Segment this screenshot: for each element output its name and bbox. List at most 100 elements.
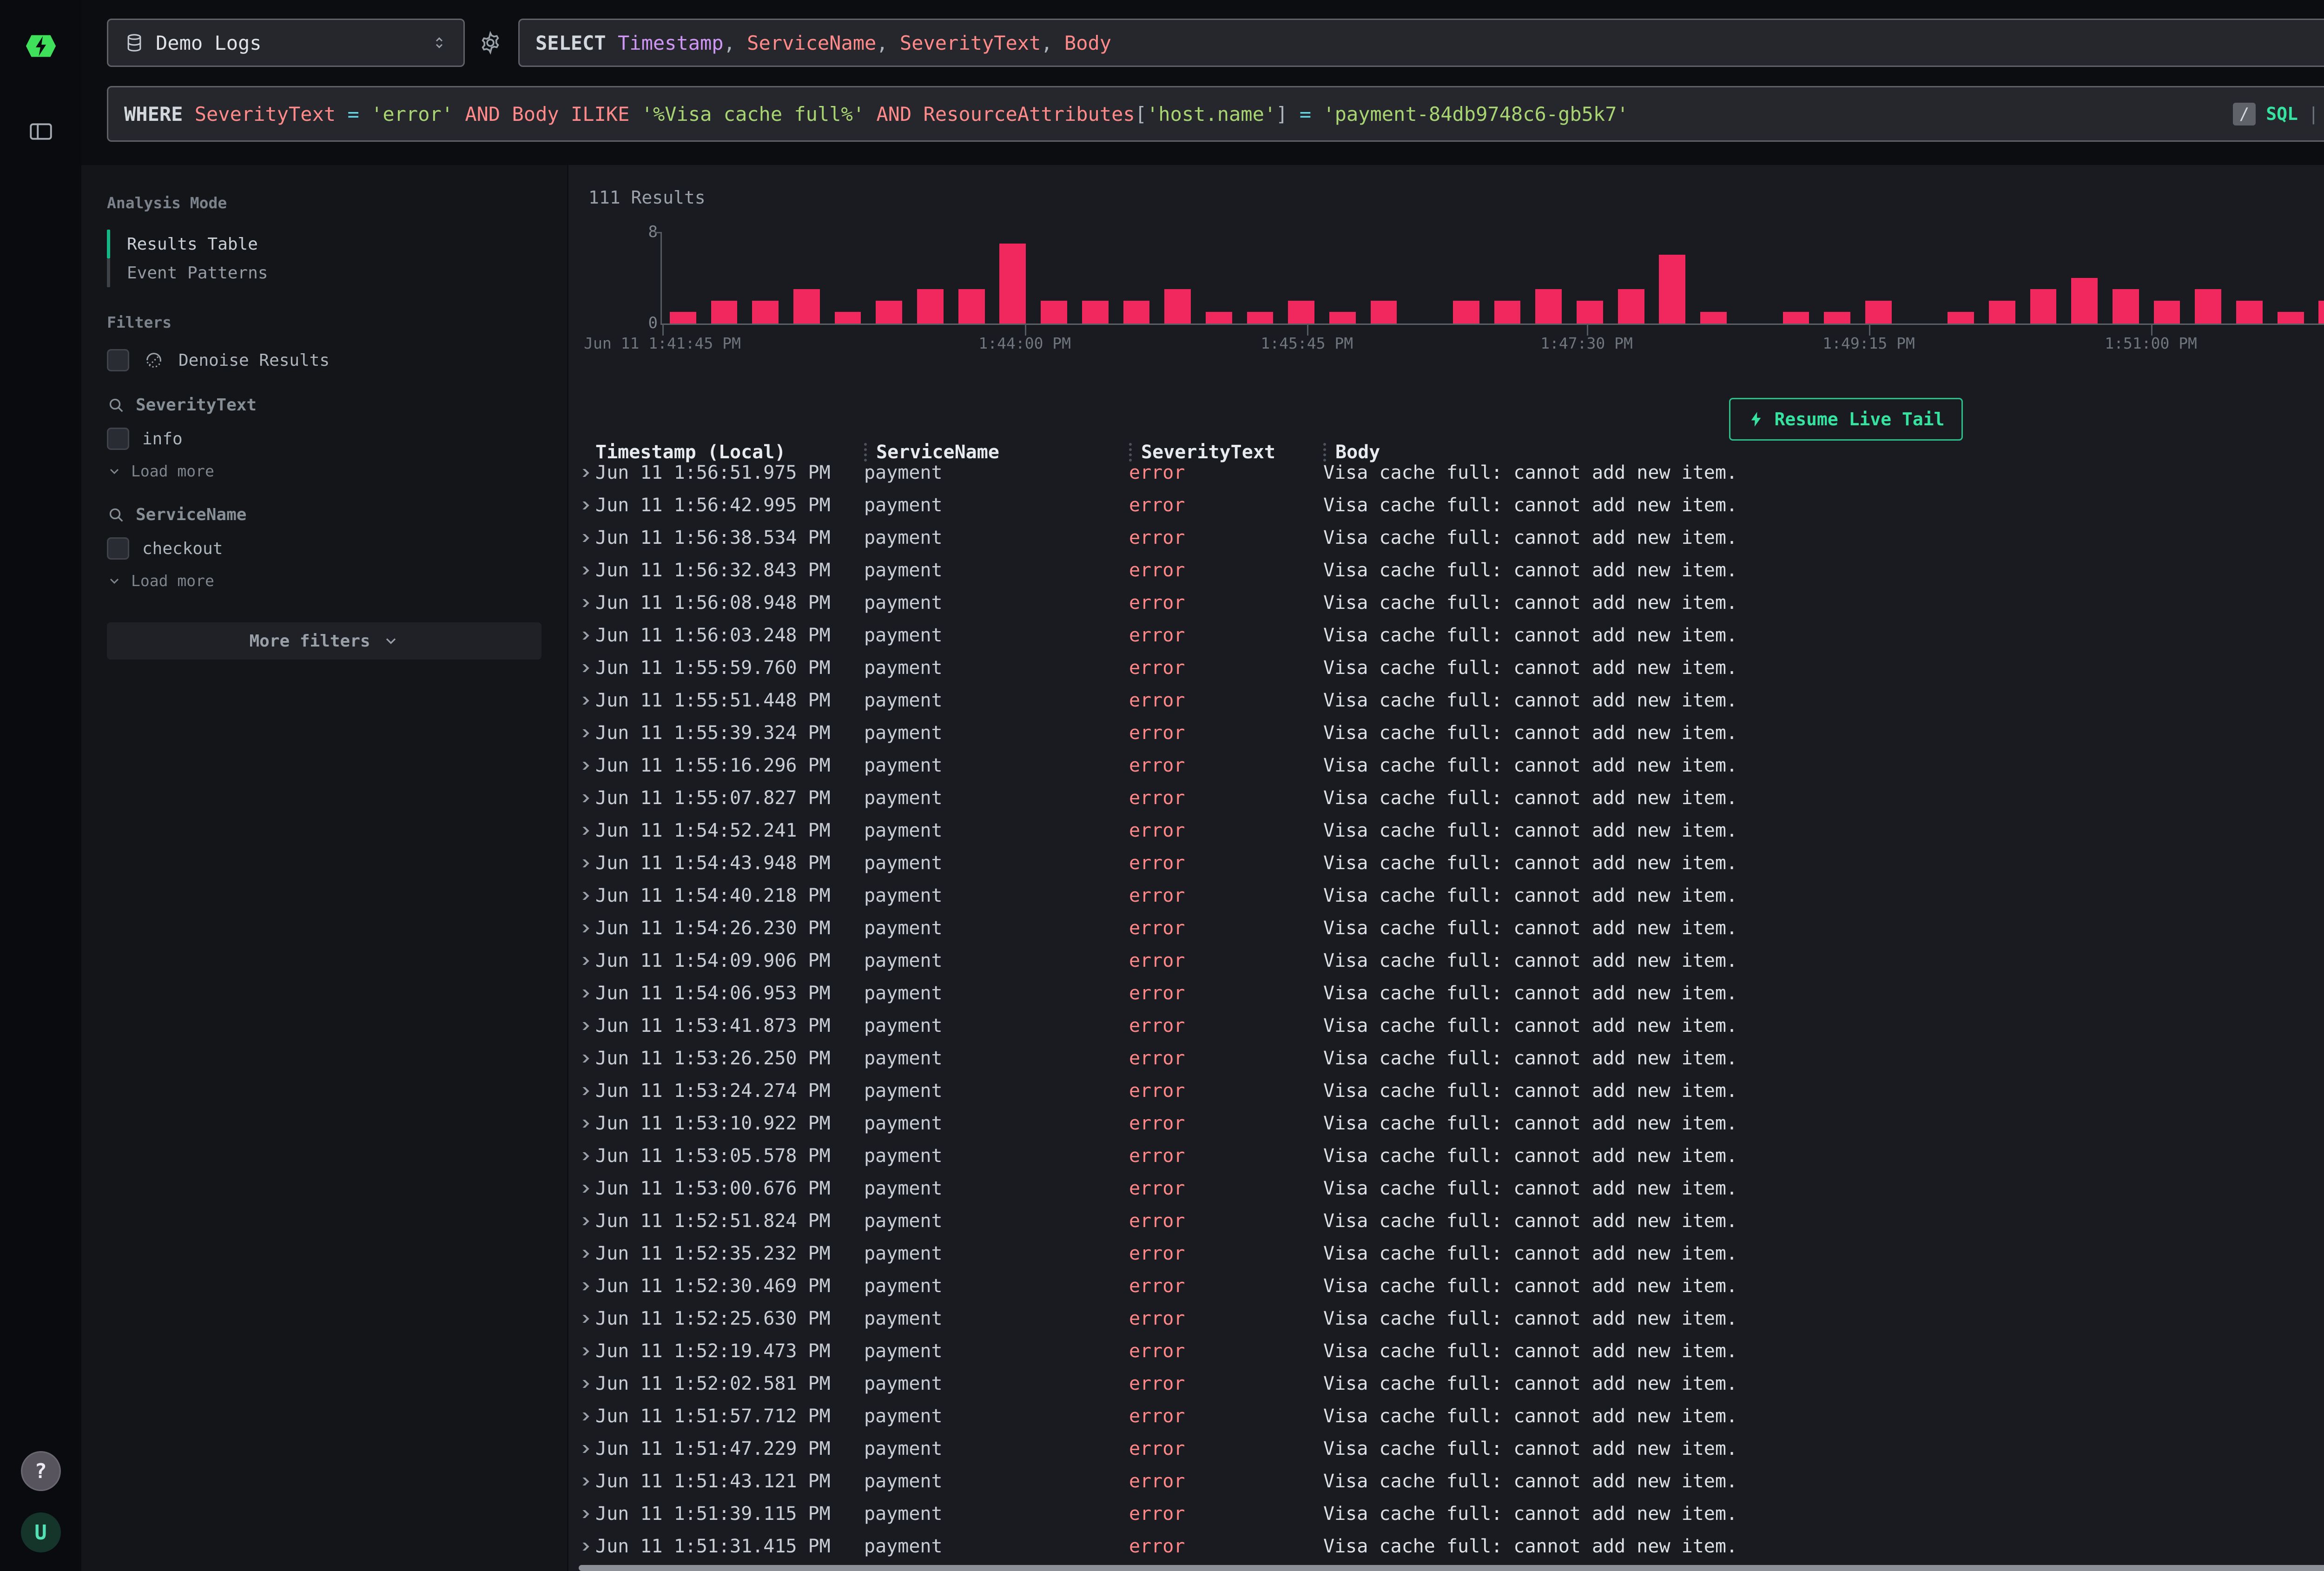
column-header-timestamp[interactable]: Timestamp (Local) <box>595 442 864 463</box>
sidebar-toggle-icon[interactable] <box>27 118 54 145</box>
expand-row-chevron-icon[interactable] <box>578 1152 589 1160</box>
mode-results-table[interactable]: Results Table <box>107 230 541 258</box>
table-row[interactable]: Jun 11 1:52:51.824 PMpaymenterrorVisa ca… <box>568 1205 2324 1237</box>
expand-row-chevron-icon[interactable] <box>578 957 589 965</box>
where-query-input[interactable]: WHERE SeverityText = 'error' AND Body IL… <box>107 86 2324 142</box>
expand-row-chevron-icon[interactable] <box>578 1413 589 1420</box>
table-row[interactable]: Jun 11 1:55:07.827 PMpaymenterrorVisa ca… <box>568 782 2324 814</box>
expand-row-chevron-icon[interactable] <box>578 664 589 672</box>
expand-row-chevron-icon[interactable] <box>578 1478 589 1485</box>
table-row[interactable]: Jun 11 1:54:43.948 PMpaymenterrorVisa ca… <box>568 847 2324 879</box>
table-row[interactable]: Jun 11 1:53:26.250 PMpaymenterrorVisa ca… <box>568 1042 2324 1075</box>
lang-sql-option[interactable]: SQL <box>2266 104 2298 124</box>
table-row[interactable]: Jun 11 1:52:02.581 PMpaymenterrorVisa ca… <box>568 1367 2324 1400</box>
select-query-input[interactable]: SELECT Timestamp, ServiceName, SeverityT… <box>518 19 2324 67</box>
column-resize-handle[interactable] <box>1323 443 1326 462</box>
expand-row-chevron-icon[interactable] <box>578 1543 589 1551</box>
expand-row-chevron-icon[interactable] <box>578 599 589 607</box>
expand-row-chevron-icon[interactable] <box>578 1022 589 1030</box>
table-row[interactable]: Jun 11 1:51:39.115 PMpaymenterrorVisa ca… <box>568 1498 2324 1530</box>
table-row[interactable]: Jun 11 1:56:32.843 PMpaymenterrorVisa ca… <box>568 554 2324 587</box>
load-more-button[interactable]: Load more <box>107 462 541 480</box>
table-row[interactable]: Jun 11 1:53:10.922 PMpaymenterrorVisa ca… <box>568 1107 2324 1140</box>
table-row[interactable]: Jun 11 1:54:09.906 PMpaymenterrorVisa ca… <box>568 944 2324 977</box>
expand-row-chevron-icon[interactable] <box>578 1282 589 1290</box>
source-settings-button[interactable] <box>476 19 504 67</box>
column-header-body[interactable]: Body <box>1323 442 2324 463</box>
x-tick-label: 1:51:00 PM <box>2105 334 2197 352</box>
help-button[interactable]: ? <box>21 1451 61 1491</box>
table-row[interactable]: Jun 11 1:51:57.712 PMpaymenterrorVisa ca… <box>568 1400 2324 1432</box>
denoise-results-toggle[interactable]: Denoise Results <box>107 349 541 371</box>
expand-row-chevron-icon[interactable] <box>578 859 589 867</box>
expand-row-chevron-icon[interactable] <box>578 1380 589 1388</box>
expand-row-chevron-icon[interactable] <box>578 924 589 932</box>
expand-row-chevron-icon[interactable] <box>578 1510 589 1518</box>
table-row[interactable]: Jun 11 1:53:00.676 PMpaymenterrorVisa ca… <box>568 1172 2324 1205</box>
results-histogram[interactable]: 8 0 Jun 11 1:41:45 PM1:44:00 PM1:45:45 P… <box>568 211 2324 357</box>
table-row[interactable]: Jun 11 1:55:39.324 PMpaymenterrorVisa ca… <box>568 717 2324 749</box>
table-row[interactable]: Jun 11 1:56:38.534 PMpaymenterrorVisa ca… <box>568 521 2324 554</box>
resume-live-tail-button[interactable]: Resume Live Tail <box>1729 398 1962 441</box>
expand-row-chevron-icon[interactable] <box>578 697 589 705</box>
column-resize-handle[interactable] <box>864 443 867 462</box>
horizontal-scrollbar[interactable] <box>579 1565 2324 1571</box>
expand-row-chevron-icon[interactable] <box>578 469 589 477</box>
expand-row-chevron-icon[interactable] <box>578 1445 589 1453</box>
filter-checkbox[interactable] <box>107 537 129 560</box>
table-row[interactable]: Jun 11 1:54:52.241 PMpaymenterrorVisa ca… <box>568 814 2324 847</box>
expand-row-chevron-icon[interactable] <box>578 1217 589 1225</box>
column-resize-handle[interactable] <box>1129 443 1132 462</box>
source-select[interactable]: Demo Logs <box>107 19 465 67</box>
expand-row-chevron-icon[interactable] <box>578 1347 589 1355</box>
table-row[interactable]: Jun 11 1:51:43.121 PMpaymenterrorVisa ca… <box>568 1465 2324 1498</box>
filter-option-checkout[interactable]: checkout <box>107 537 541 560</box>
table-row[interactable]: Jun 11 1:52:30.469 PMpaymenterrorVisa ca… <box>568 1270 2324 1302</box>
filter-checkbox[interactable] <box>107 428 129 450</box>
expand-row-chevron-icon[interactable] <box>578 1120 589 1128</box>
user-avatar[interactable]: U <box>21 1512 61 1552</box>
expand-row-chevron-icon[interactable] <box>578 729 589 737</box>
column-header-severitytext[interactable]: SeverityText <box>1129 442 1323 463</box>
table-row[interactable]: Jun 11 1:53:41.873 PMpaymenterrorVisa ca… <box>568 1010 2324 1042</box>
expand-row-chevron-icon[interactable] <box>578 827 589 835</box>
table-row[interactable]: Jun 11 1:51:47.229 PMpaymenterrorVisa ca… <box>568 1432 2324 1465</box>
expand-row-chevron-icon[interactable] <box>578 534 589 542</box>
table-row[interactable]: Jun 11 1:55:59.760 PMpaymenterrorVisa ca… <box>568 652 2324 684</box>
filter-option-info[interactable]: info <box>107 428 541 450</box>
table-row[interactable]: Jun 11 1:54:26.230 PMpaymenterrorVisa ca… <box>568 912 2324 944</box>
table-row[interactable]: Jun 11 1:53:05.578 PMpaymenterrorVisa ca… <box>568 1140 2324 1172</box>
table-row[interactable]: Jun 11 1:56:03.248 PMpaymenterrorVisa ca… <box>568 619 2324 652</box>
table-row[interactable]: Jun 11 1:52:19.473 PMpaymenterrorVisa ca… <box>568 1335 2324 1367</box>
table-row[interactable]: Jun 11 1:52:35.232 PMpaymenterrorVisa ca… <box>568 1237 2324 1270</box>
filter-group-header[interactable]: ServiceName <box>107 505 541 524</box>
expand-row-chevron-icon[interactable] <box>578 502 589 509</box>
denoise-checkbox[interactable] <box>107 349 129 371</box>
expand-row-chevron-icon[interactable] <box>578 762 589 770</box>
mode-event-patterns[interactable]: Event Patterns <box>107 258 541 287</box>
expand-row-chevron-icon[interactable] <box>578 1185 589 1193</box>
expand-row-chevron-icon[interactable] <box>578 892 589 900</box>
table-row[interactable]: Jun 11 1:51:31.415 PMpaymenterrorVisa ca… <box>568 1530 2324 1563</box>
expand-row-chevron-icon[interactable] <box>578 1315 589 1323</box>
expand-row-chevron-icon[interactable] <box>578 1250 589 1258</box>
expand-row-chevron-icon[interactable] <box>578 1087 589 1095</box>
column-header-servicename[interactable]: ServiceName <box>864 442 1129 463</box>
filter-group-header[interactable]: SeverityText <box>107 396 541 415</box>
table-row[interactable]: Jun 11 1:56:08.948 PMpaymenterrorVisa ca… <box>568 587 2324 619</box>
expand-row-chevron-icon[interactable] <box>578 567 589 574</box>
table-row[interactable]: Jun 11 1:55:51.448 PMpaymenterrorVisa ca… <box>568 684 2324 717</box>
expand-row-chevron-icon[interactable] <box>578 1055 589 1063</box>
table-row[interactable]: Jun 11 1:56:42.995 PMpaymenterrorVisa ca… <box>568 489 2324 521</box>
expand-row-chevron-icon[interactable] <box>578 632 589 640</box>
load-more-button[interactable]: Load more <box>107 572 541 590</box>
expand-row-chevron-icon[interactable] <box>578 990 589 997</box>
app-logo-icon[interactable] <box>25 30 57 62</box>
table-row[interactable]: Jun 11 1:54:40.218 PMpaymenterrorVisa ca… <box>568 879 2324 912</box>
expand-row-chevron-icon[interactable] <box>578 794 589 802</box>
table-row[interactable]: Jun 11 1:53:24.274 PMpaymenterrorVisa ca… <box>568 1075 2324 1107</box>
more-filters-button[interactable]: More filters <box>107 622 541 660</box>
table-row[interactable]: Jun 11 1:54:06.953 PMpaymenterrorVisa ca… <box>568 977 2324 1010</box>
table-row[interactable]: Jun 11 1:52:25.630 PMpaymenterrorVisa ca… <box>568 1302 2324 1335</box>
table-row[interactable]: Jun 11 1:55:16.296 PMpaymenterrorVisa ca… <box>568 749 2324 782</box>
